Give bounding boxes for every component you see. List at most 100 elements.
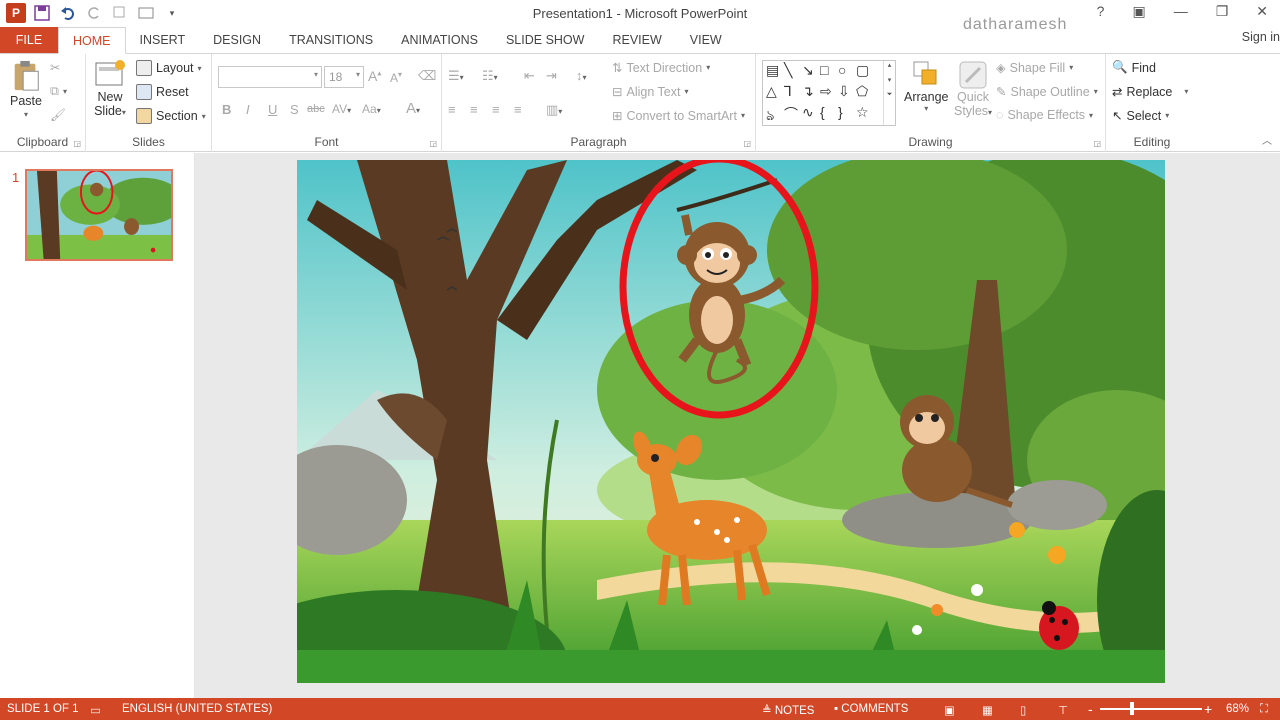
shrink-font-button[interactable]: A▾ xyxy=(390,70,402,85)
tab-home[interactable]: HOME xyxy=(58,27,126,54)
shapes-gallery-scroll[interactable]: ▴ ▾ ⏷ xyxy=(883,61,895,125)
spelling-check-icon[interactable]: ▭ xyxy=(90,703,101,717)
pentagon-shape-icon[interactable]: ⬠ xyxy=(856,83,868,100)
tab-animations[interactable]: ANIMATIONS xyxy=(387,27,492,53)
align-center-icon[interactable]: ≡ xyxy=(470,102,478,117)
font-launcher-icon[interactable]: ◲ xyxy=(429,139,437,148)
zoom-slider-thumb[interactable] xyxy=(1130,702,1134,715)
strikethrough-button[interactable]: abc xyxy=(307,103,325,115)
font-color-button[interactable]: A▾ xyxy=(406,100,420,117)
down-arrow-shape-icon[interactable]: ⇩ xyxy=(838,83,850,100)
restore-icon[interactable]: ❐ xyxy=(1216,3,1229,20)
elbow-connector-icon[interactable]: ⅂ xyxy=(784,83,792,100)
oval-shape-icon[interactable]: ○ xyxy=(838,62,846,78)
bold-button[interactable]: B xyxy=(222,102,231,117)
reset-button[interactable]: Reset xyxy=(136,84,189,100)
zoom-level[interactable]: 68% xyxy=(1226,703,1249,715)
tab-slide-show[interactable]: SLIDE SHOW xyxy=(492,27,599,53)
shape-outline-button[interactable]: ✎ Shape Outline ▾ xyxy=(996,84,1098,100)
freeform-shape-icon[interactable]: ঌ xyxy=(766,104,774,128)
notes-button[interactable]: ≜ NOTES xyxy=(762,703,814,717)
tab-insert[interactable]: INSERT xyxy=(126,27,200,53)
zoom-slider[interactable] xyxy=(1100,708,1202,710)
right-brace-icon[interactable]: } xyxy=(838,104,843,120)
align-text-button[interactable]: ⊟ Align Text ▾ xyxy=(612,84,688,100)
new-slide-button[interactable]: New Slide▾ xyxy=(94,58,126,118)
elbow-arrow-icon[interactable]: ↴ xyxy=(802,83,814,100)
curve-shape-icon[interactable]: ⌒ xyxy=(784,104,798,124)
line-shape-icon[interactable]: ╲ xyxy=(784,62,792,79)
convert-to-smartart-button[interactable]: ⊞ Convert to SmartArt ▾ xyxy=(612,108,745,124)
justify-icon[interactable]: ≡ xyxy=(514,102,522,117)
zoom-out-button[interactable]: - xyxy=(1088,701,1093,717)
line-spacing-icon[interactable]: ↕▾ xyxy=(576,68,587,83)
close-icon[interactable]: ✕ xyxy=(1256,3,1268,20)
align-right-icon[interactable]: ≡ xyxy=(492,102,500,117)
font-size-dropdown-icon[interactable]: ▾ xyxy=(356,70,360,79)
right-arrow-shape-icon[interactable]: ⇨ xyxy=(820,83,832,100)
slide-canvas[interactable] xyxy=(297,160,1165,683)
columns-icon[interactable]: ▥▾ xyxy=(546,102,562,118)
increase-indent-icon[interactable]: ⇥ xyxy=(546,68,557,84)
select-button[interactable]: ↖ Select ▾ xyxy=(1112,108,1169,124)
copy-button[interactable]: ⧉ ▾ xyxy=(50,84,67,99)
comments-button[interactable]: ▪ COMMENTS xyxy=(834,703,908,715)
fit-slide-icon[interactable]: ⛶ xyxy=(1260,703,1268,716)
clipboard-launcher-icon[interactable]: ◲ xyxy=(73,139,81,148)
cut-button[interactable]: ✂ xyxy=(50,60,60,75)
rounded-rect-shape-icon[interactable]: ▢ xyxy=(856,62,869,79)
clear-formatting-icon[interactable]: ⌫ xyxy=(418,68,436,84)
replace-button[interactable]: ⇄ Replace ▾ xyxy=(1112,84,1188,100)
section-button[interactable]: Section ▾ xyxy=(136,108,206,124)
quick-styles-button[interactable]: Quick Styles▾ xyxy=(954,60,992,118)
layout-button[interactable]: Layout ▾ xyxy=(136,60,202,76)
language-status[interactable]: ENGLISH (UNITED STATES) xyxy=(122,703,272,715)
character-spacing-button[interactable]: AV▾ xyxy=(332,102,351,116)
format-painter-button[interactable]: 🖌 xyxy=(50,108,66,123)
tab-transitions[interactable]: TRANSITIONS xyxy=(275,27,387,53)
numbering-icon[interactable]: ☷▾ xyxy=(482,68,498,84)
star-shape-icon[interactable]: ☆ xyxy=(856,104,869,121)
reading-view-icon[interactable]: ▯ xyxy=(1020,703,1026,717)
jungle-scene-picture[interactable] xyxy=(297,160,1165,683)
slide-sorter-view-icon[interactable]: ▦ xyxy=(982,703,993,717)
tab-review[interactable]: REVIEW xyxy=(598,27,675,53)
tab-design[interactable]: DESIGN xyxy=(199,27,275,53)
shape-fill-button[interactable]: ◈ Shape Fill ▾ xyxy=(996,60,1073,76)
textbox-shape-icon[interactable]: ▤ xyxy=(766,62,779,79)
paragraph-launcher-icon[interactable]: ◲ xyxy=(743,139,751,148)
drawing-launcher-icon[interactable]: ◲ xyxy=(1093,139,1101,148)
help-icon[interactable]: ? xyxy=(1097,3,1105,20)
font-name-combo[interactable]: ▾ xyxy=(218,66,322,88)
normal-view-icon[interactable]: ▣ xyxy=(944,703,955,717)
zoom-in-button[interactable]: + xyxy=(1204,701,1212,717)
collapse-ribbon-icon[interactable]: ︿ xyxy=(1262,132,1272,147)
font-size-combo[interactable]: 18 ▾ xyxy=(324,66,364,88)
slide-thumbnail[interactable] xyxy=(25,169,173,261)
slide-count-status[interactable]: SLIDE 1 OF 1 xyxy=(7,703,79,715)
rectangle-shape-icon[interactable]: □ xyxy=(820,62,828,78)
ribbon-display-options-icon[interactable]: ▣ xyxy=(1132,3,1145,20)
left-brace-icon[interactable]: { xyxy=(820,104,825,120)
font-name-dropdown-icon[interactable]: ▾ xyxy=(314,70,318,79)
text-direction-button[interactable]: ⇅ Text Direction ▾ xyxy=(612,60,710,76)
arrange-button[interactable]: Arrange ▾ xyxy=(904,60,948,113)
change-case-button[interactable]: Aa▾ xyxy=(362,102,381,116)
sign-in-link[interactable]: Sign in xyxy=(1242,30,1280,44)
tab-view[interactable]: VIEW xyxy=(676,27,736,53)
tab-file[interactable]: FILE xyxy=(0,27,58,53)
bullets-icon[interactable]: ☰▾ xyxy=(448,68,464,84)
paste-button[interactable]: Paste ▾ xyxy=(10,60,42,119)
decrease-indent-icon[interactable]: ⇤ xyxy=(524,68,535,84)
find-button[interactable]: 🔍 Find xyxy=(1112,60,1156,75)
align-left-icon[interactable]: ≡ xyxy=(448,102,456,117)
minimize-icon[interactable]: — xyxy=(1174,3,1188,20)
text-shadow-button[interactable]: S xyxy=(290,102,299,117)
underline-button[interactable]: U xyxy=(268,102,277,117)
italic-button[interactable]: I xyxy=(246,102,250,117)
arrow-shape-icon[interactable]: ↘ xyxy=(802,62,814,79)
triangle-shape-icon[interactable]: △ xyxy=(766,83,777,100)
slide-show-view-icon[interactable]: ⊤ xyxy=(1058,703,1068,717)
shapes-gallery[interactable]: ▤ ╲ ↘ □ ○ ▢ △ ⅂ ↴ ⇨ ⇩ ⬠ ঌ ⌒ ∿ { } ☆ ▴ ▾ ⏷ xyxy=(762,60,896,126)
shape-effects-button[interactable]: ◌ Shape Effects ▾ xyxy=(996,108,1093,122)
